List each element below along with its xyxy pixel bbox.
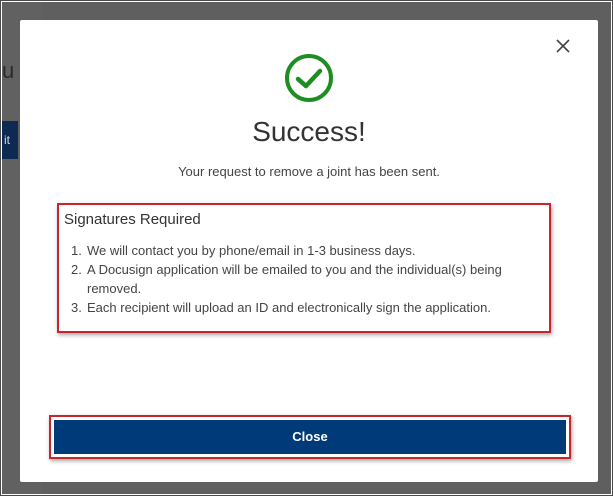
signatures-steps-list: 1. We will contact you by phone/email in… — [71, 241, 547, 317]
list-item: 2. A Docusign application will be emaile… — [71, 260, 547, 298]
list-item-text: Each recipient will upload an ID and ele… — [87, 300, 491, 315]
list-item-text: We will contact you by phone/email in 1-… — [87, 243, 416, 258]
list-item-text: A Docusign application will be emailed t… — [87, 262, 502, 296]
close-button-highlight: Close — [49, 415, 571, 459]
list-item-number: 1. — [71, 243, 82, 258]
list-item-number: 3. — [71, 300, 82, 315]
dialog-title: Success! — [252, 116, 366, 147]
close-button[interactable]: Close — [54, 420, 566, 454]
list-item: 1. We will contact you by phone/email in… — [71, 241, 547, 260]
check-circle-icon — [284, 53, 334, 103]
signatures-heading: Signatures Required — [64, 211, 201, 228]
signatures-required-panel: Signatures Required 1. We will contact y… — [57, 203, 551, 333]
modal-backdrop[interactable]: u it Success! Your request to remove a j… — [2, 2, 611, 494]
screenshot-frame: u it Success! Your request to remove a j… — [0, 0, 613, 496]
close-icon[interactable] — [555, 38, 571, 54]
dialog-subtitle: Your request to remove a joint has been … — [178, 164, 440, 179]
list-item: 3. Each recipient will upload an ID and … — [71, 298, 547, 317]
list-item-number: 2. — [71, 262, 82, 277]
background-button-fragment: it — [2, 121, 18, 159]
success-dialog: Success! Your request to remove a joint … — [20, 20, 598, 482]
background-heading-fragment: u — [2, 58, 15, 83]
